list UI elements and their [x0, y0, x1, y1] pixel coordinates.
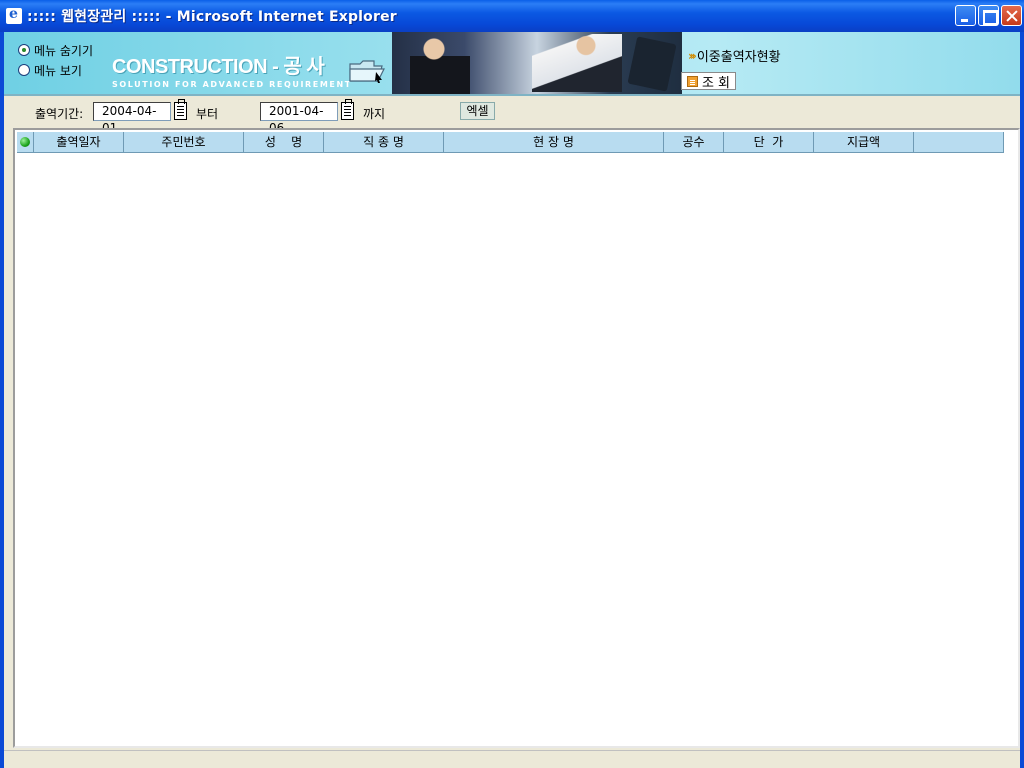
grid-header: 출역일자 주민번호 성 명 직 종 명 현 장 명 공수 단 가 지급액 — [17, 132, 1004, 153]
double-chevron-icon: ››› — [688, 48, 697, 63]
status-dot-icon — [20, 137, 30, 147]
column-resident-number[interactable]: 주민번호 — [124, 132, 244, 153]
from-label: 부터 — [196, 107, 219, 121]
ie-icon — [6, 6, 22, 24]
start-date-input[interactable]: 2004-04-01 — [93, 102, 171, 135]
column-unit-price[interactable]: 단 가 — [724, 132, 814, 153]
title-bar[interactable]: ::::: 웹현장관리 ::::: - Microsoft Internet E… — [0, 0, 1024, 32]
column-empty — [914, 132, 1004, 153]
status-bar — [4, 750, 1020, 768]
banner-photo — [392, 32, 682, 94]
window-title: ::::: 웹현장관리 ::::: - Microsoft Internet E… — [27, 9, 397, 25]
folder-icon — [349, 60, 385, 83]
dual-attendance-label: 이중출역자현황 — [696, 50, 781, 65]
brand-subtitle: SOLUTION FOR ADVANCED REQUIREMENT — [112, 80, 352, 89]
column-name[interactable]: 성 명 — [244, 132, 324, 153]
running-businessman-image — [532, 34, 622, 92]
menu-hide-label: 메뉴 숨기기 — [34, 43, 94, 58]
query-button-label: 조 회 — [701, 75, 731, 91]
column-payment[interactable]: 지급액 — [814, 132, 914, 153]
brand-title: CONSTRUCTION - 공 사 — [112, 56, 325, 78]
menu-show-option[interactable]: 메뉴 보기 — [18, 60, 93, 80]
attendance-grid[interactable]: 출역일자 주민번호 성 명 직 종 명 현 장 명 공수 단 가 지급액 — [13, 128, 1020, 748]
minimize-button[interactable] — [955, 5, 976, 26]
end-calendar-icon[interactable] — [341, 99, 354, 120]
column-man-days[interactable]: 공수 — [664, 132, 724, 153]
to-label: 까지 — [363, 107, 386, 121]
column-job-type[interactable]: 직 종 명 — [324, 132, 444, 153]
grid-status-column — [17, 132, 34, 153]
end-date-input[interactable]: 2001-04-06 — [260, 102, 338, 135]
menu-show-label: 메뉴 보기 — [34, 63, 82, 78]
menu-toggle-group: 메뉴 숨기기 메뉴 보기 — [18, 40, 93, 80]
period-label: 출역기간: — [35, 107, 84, 121]
menu-hide-radio[interactable] — [18, 44, 30, 56]
briefcase-image — [627, 36, 677, 92]
brand-logo: CONSTRUCTION - 공 사 SOLUTION FOR ADVANCED… — [112, 50, 352, 89]
column-attendance-date[interactable]: 출역일자 — [34, 132, 124, 153]
list-icon — [686, 75, 698, 87]
maximize-button[interactable] — [978, 5, 999, 26]
menu-show-radio[interactable] — [18, 64, 30, 76]
query-button[interactable]: 조 회 — [681, 72, 736, 91]
window-frame-left — [0, 32, 4, 768]
window-frame-right — [1020, 32, 1024, 768]
close-button[interactable] — [1001, 5, 1022, 26]
filter-bar: 출역기간: 2004-04-01 부터 2001-04-06 까지 엑셀 — [4, 98, 1020, 135]
column-site-name[interactable]: 현 장 명 — [444, 132, 664, 153]
businessman-phone-image — [410, 34, 470, 94]
dual-attendance-link[interactable]: ››› 이중출역자현황 — [688, 46, 781, 66]
start-calendar-icon[interactable] — [174, 99, 187, 120]
excel-button[interactable]: 엑셀 — [460, 102, 495, 120]
window-controls — [955, 5, 1022, 26]
header-banner: 메뉴 숨기기 메뉴 보기 CONSTRUCTION - 공 사 SOLUTION… — [4, 32, 1020, 96]
menu-hide-option[interactable]: 메뉴 숨기기 — [18, 40, 93, 60]
